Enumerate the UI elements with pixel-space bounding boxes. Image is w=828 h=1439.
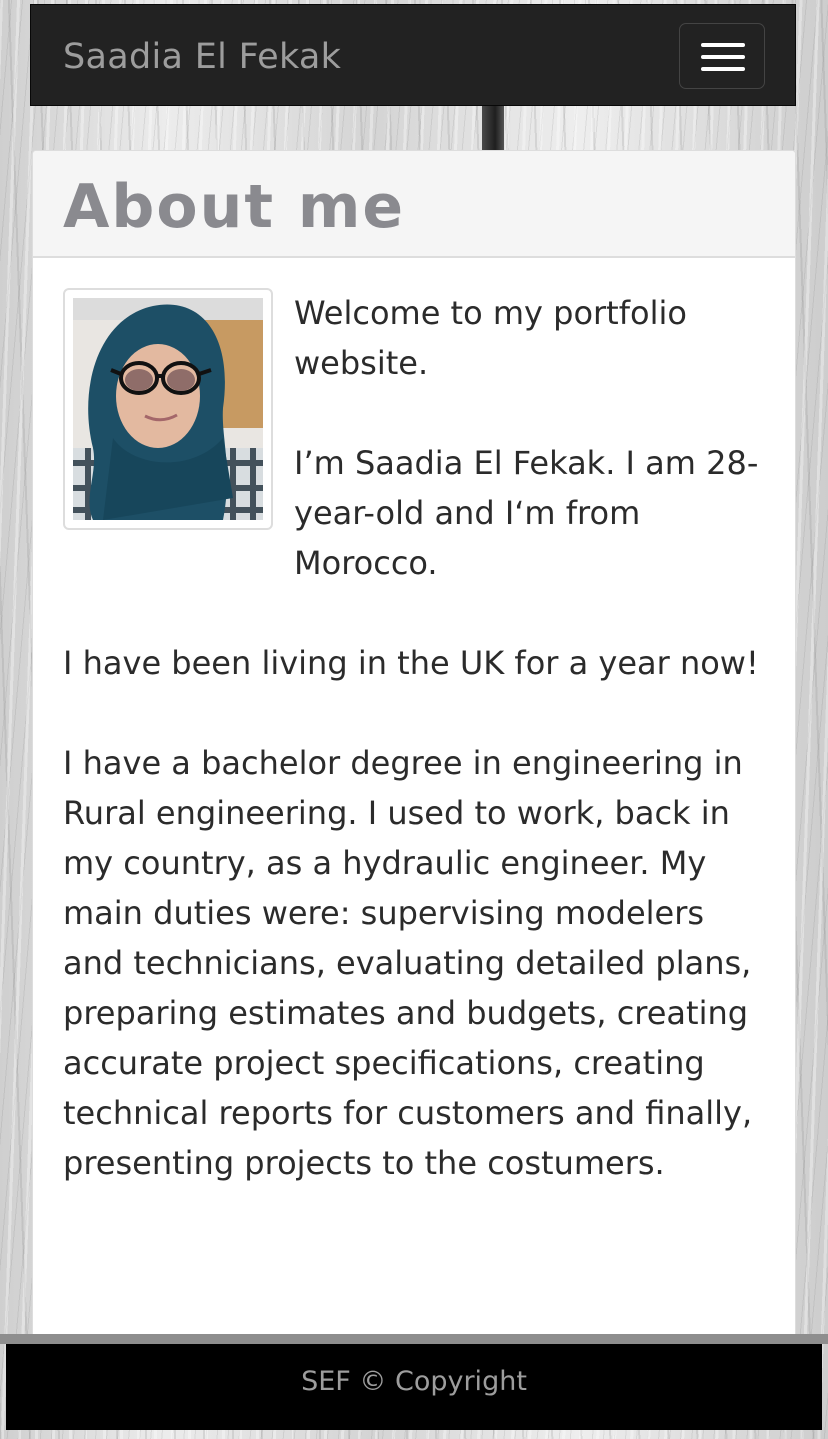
profile-photo: [63, 288, 273, 530]
footer-border: [0, 1334, 828, 1344]
page-title: About me: [63, 172, 406, 242]
panel-heading: About me: [33, 151, 795, 258]
navbar-brand[interactable]: Saadia El Fekak: [63, 35, 341, 79]
top-navbar: Saadia El Fekak: [30, 4, 796, 106]
background-post: [482, 106, 504, 150]
bio-paragraph-uk: I have been living in the UK for a year …: [63, 644, 759, 682]
copyright-text: SEF © Copyright: [301, 1366, 527, 1397]
hamburger-menu-icon-line: [701, 55, 745, 59]
panel-body: Welcome to my portfolio website. I’m Saa…: [33, 258, 795, 1188]
profile-photo-image: [73, 298, 263, 520]
navbar-toggle-button[interactable]: [679, 23, 765, 89]
hamburger-menu-icon: [701, 43, 745, 47]
hamburger-menu-icon-line: [701, 67, 745, 71]
footer: SEF © Copyright: [6, 1344, 822, 1430]
about-panel: About me Welcome to my portfolio website…: [32, 150, 796, 1350]
bio-paragraph-career: I have a bachelor degree in engineering …: [63, 744, 753, 1182]
